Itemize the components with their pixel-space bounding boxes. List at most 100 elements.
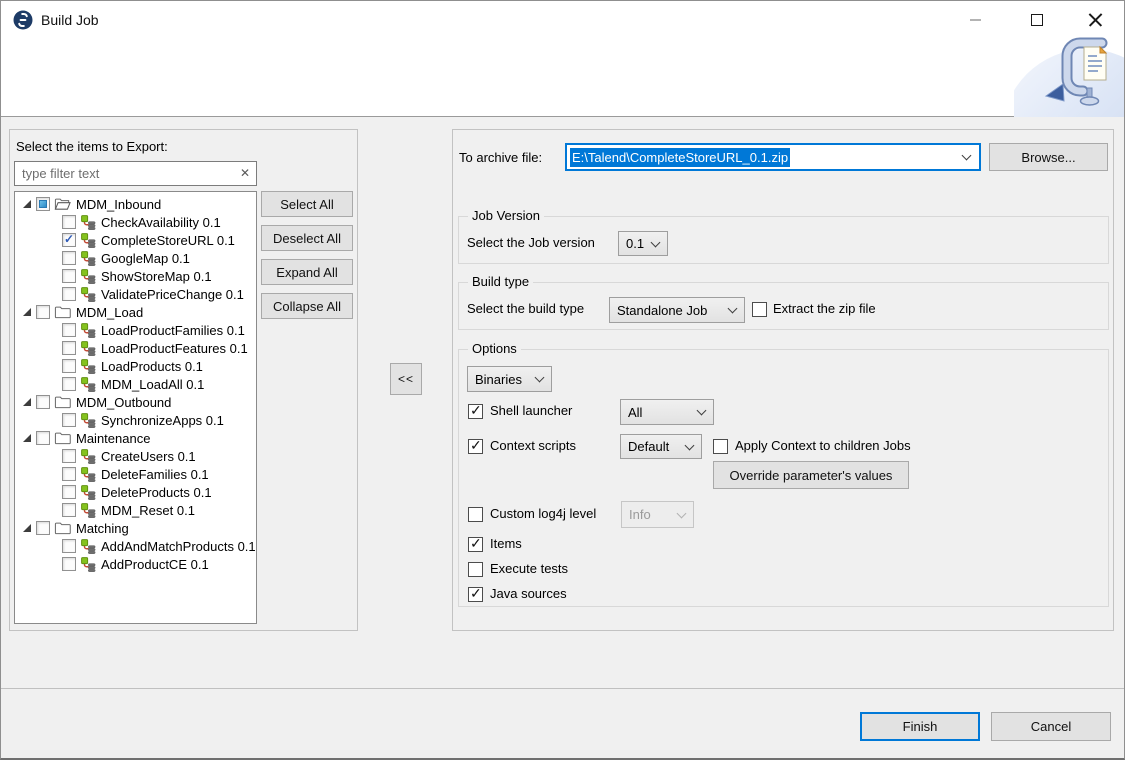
- tree-item-label: SynchronizeApps 0.1: [101, 413, 224, 428]
- archive-file-combo[interactable]: E:\Talend\CompleteStoreURL_0.1.zip: [565, 143, 981, 171]
- tree-row[interactable]: Maintenance: [15, 429, 256, 447]
- tree-item-checkbox[interactable]: [62, 215, 76, 229]
- shell-launcher-label: Shell launcher: [490, 403, 572, 419]
- job-version-label: Select the Job version: [467, 235, 595, 251]
- job-icon: [80, 214, 96, 230]
- tree-item-checkbox[interactable]: [62, 287, 76, 301]
- java-sources-checkbox[interactable]: [468, 587, 483, 602]
- tree-row[interactable]: ValidatePriceChange 0.1: [15, 285, 256, 303]
- shell-launcher-checkbox[interactable]: [468, 404, 483, 419]
- browse-button[interactable]: Browse...: [989, 143, 1108, 171]
- expand-twisty-icon[interactable]: [23, 434, 31, 442]
- expand-twisty-icon[interactable]: [23, 524, 31, 532]
- build-type-label: Select the build type: [467, 301, 584, 317]
- tree-row[interactable]: LoadProductFamilies 0.1: [15, 321, 256, 339]
- tree-row[interactable]: SynchronizeApps 0.1: [15, 411, 256, 429]
- tree-item-checkbox[interactable]: [62, 503, 76, 517]
- tree-row[interactable]: MDM_Outbound: [15, 393, 256, 411]
- log4j-level-select: Info: [621, 501, 694, 528]
- tree-item-checkbox[interactable]: [62, 377, 76, 391]
- tree-item-label: Maintenance: [76, 431, 150, 446]
- override-parameters-button[interactable]: Override parameter's values: [713, 461, 909, 489]
- expand-twisty-icon[interactable]: [23, 398, 31, 406]
- expand-twisty-icon[interactable]: [23, 308, 31, 316]
- tree-item-label: CheckAvailability 0.1: [101, 215, 221, 230]
- tree-item-checkbox[interactable]: [62, 557, 76, 571]
- tree-row[interactable]: CreateUsers 0.1: [15, 447, 256, 465]
- tree-item-checkbox[interactable]: [62, 449, 76, 463]
- tree-row[interactable]: LoadProductFeatures 0.1: [15, 339, 256, 357]
- tree-item-checkbox[interactable]: [62, 539, 76, 553]
- tree-row[interactable]: MDM_Reset 0.1: [15, 501, 256, 519]
- cancel-button[interactable]: Cancel: [991, 712, 1111, 741]
- build-type-group: Build type Select the build type Standal…: [458, 282, 1109, 330]
- context-scripts-label: Context scripts: [490, 438, 576, 454]
- tree-row[interactable]: MDM_Load: [15, 303, 256, 321]
- tree-item-checkbox[interactable]: [62, 485, 76, 499]
- artifact-type-value: Binaries: [475, 372, 522, 387]
- tree-item-checkbox[interactable]: [36, 431, 50, 445]
- wizard-banner-art: [1014, 31, 1124, 117]
- footer-separator: [1, 688, 1124, 689]
- tree-row[interactable]: MDM_LoadAll 0.1: [15, 375, 256, 393]
- extract-zip-checkbox[interactable]: [752, 302, 767, 317]
- tree-item-checkbox[interactable]: [62, 233, 76, 247]
- collapse-all-button[interactable]: Collapse All: [261, 293, 353, 319]
- tree-row[interactable]: CompleteStoreURL 0.1: [15, 231, 256, 249]
- custom-log4j-checkbox[interactable]: [468, 507, 483, 522]
- tree-row[interactable]: AddAndMatchProducts 0.1: [15, 537, 256, 555]
- tree-row[interactable]: DeleteFamilies 0.1: [15, 465, 256, 483]
- context-scripts-checkbox[interactable]: [468, 439, 483, 454]
- tree-row[interactable]: GoogleMap 0.1: [15, 249, 256, 267]
- tree-row[interactable]: MDM_Inbound: [15, 195, 256, 213]
- tree-item-checkbox[interactable]: [62, 269, 76, 283]
- tree-row[interactable]: AddProductCE 0.1: [15, 555, 256, 573]
- chevron-down-icon[interactable]: [962, 151, 972, 161]
- custom-log4j-label: Custom log4j level: [490, 506, 596, 522]
- job-version-select[interactable]: 0.1: [618, 231, 668, 256]
- tree-item-checkbox[interactable]: [62, 359, 76, 373]
- window-title: Build Job: [41, 1, 99, 39]
- tree-item-checkbox[interactable]: [62, 323, 76, 337]
- chevron-down-icon: [677, 508, 687, 518]
- tree-item-checkbox[interactable]: [36, 521, 50, 535]
- items-checkbox[interactable]: [468, 537, 483, 552]
- finish-button[interactable]: Finish: [860, 712, 980, 741]
- collapse-panel-button[interactable]: <<: [390, 363, 422, 395]
- tree-item-checkbox[interactable]: [36, 395, 50, 409]
- export-tree[interactable]: MDM_Inbound CheckAvailability 0.1 Complete…: [14, 191, 257, 624]
- tree-action-buttons: Select All Deselect All Expand All Collapse…: [261, 191, 353, 319]
- tree-item-label: CompleteStoreURL 0.1: [101, 233, 235, 248]
- shell-launcher-select[interactable]: All: [620, 399, 714, 425]
- tree-item-checkbox[interactable]: [62, 341, 76, 355]
- context-scripts-select[interactable]: Default: [620, 434, 702, 459]
- chevron-down-icon: [535, 373, 545, 383]
- expand-all-button[interactable]: Expand All: [261, 259, 353, 285]
- select-all-button[interactable]: Select All: [261, 191, 353, 217]
- tree-item-checkbox[interactable]: [62, 251, 76, 265]
- tree-row[interactable]: DeleteProducts 0.1: [15, 483, 256, 501]
- deselect-all-button[interactable]: Deselect All: [261, 225, 353, 251]
- tree-item-checkbox[interactable]: [62, 467, 76, 481]
- execute-tests-checkbox[interactable]: [468, 562, 483, 577]
- build-type-select[interactable]: Standalone Job: [609, 297, 745, 323]
- clear-filter-icon[interactable]: ✕: [240, 166, 250, 180]
- tree-row[interactable]: CheckAvailability 0.1: [15, 213, 256, 231]
- archive-file-label: To archive file:: [459, 150, 542, 166]
- tree-item-checkbox[interactable]: [36, 197, 50, 211]
- tree-row[interactable]: ShowStoreMap 0.1: [15, 267, 256, 285]
- tree-row[interactable]: Matching: [15, 519, 256, 537]
- closed-folder-icon: [54, 521, 71, 535]
- tree-item-checkbox[interactable]: [62, 413, 76, 427]
- minimize-button[interactable]: [959, 5, 991, 35]
- job-icon: [80, 250, 96, 266]
- artifact-type-select[interactable]: Binaries: [467, 366, 552, 392]
- job-icon: [80, 538, 96, 554]
- tree-row[interactable]: LoadProducts 0.1: [15, 357, 256, 375]
- apply-context-checkbox[interactable]: [713, 439, 728, 454]
- tree-filter-input[interactable]: type filter text ✕: [14, 161, 257, 186]
- expand-twisty-icon[interactable]: [23, 200, 31, 208]
- chevron-down-icon: [728, 304, 738, 314]
- tree-item-label: MDM_Load: [76, 305, 143, 320]
- tree-item-checkbox[interactable]: [36, 305, 50, 319]
